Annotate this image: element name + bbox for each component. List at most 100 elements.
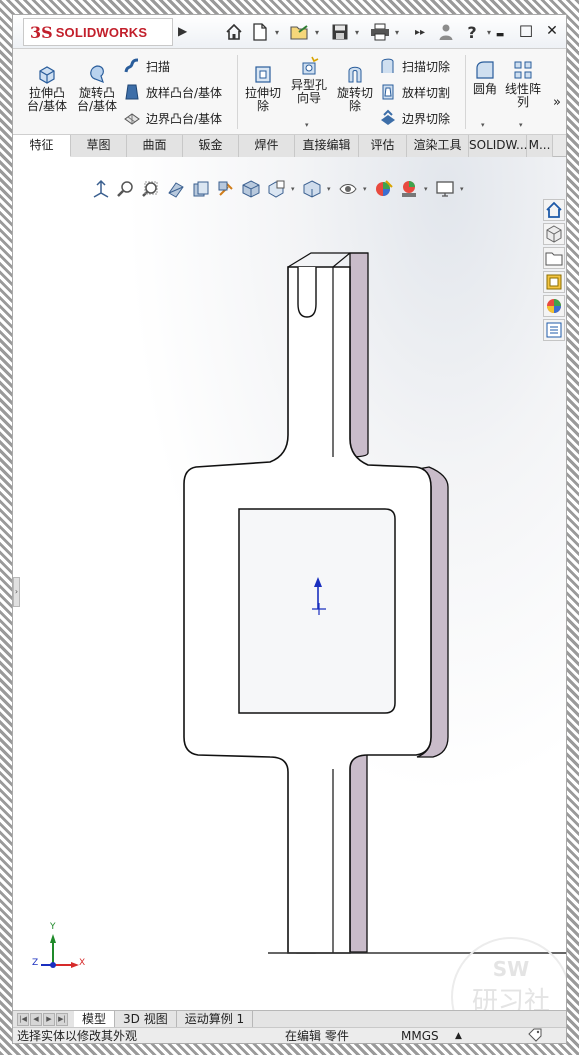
logo-text: SOLIDWORKS	[55, 24, 148, 40]
tab-more[interactable]: M...	[527, 135, 553, 157]
extrude-cut-button[interactable]: 拉伸切 除	[241, 63, 285, 113]
fillet-dropdown-icon[interactable]: ▾	[481, 121, 485, 129]
save-dropdown-icon[interactable]: ▾	[355, 28, 365, 37]
open-dropdown-icon[interactable]: ▾	[315, 28, 325, 37]
extrude-boss-button[interactable]: 拉伸凸 台/基体	[25, 63, 69, 113]
swept-cut-icon	[381, 58, 394, 73]
ribbon-separator	[237, 55, 238, 129]
status-tag-icon[interactable]	[528, 1028, 542, 1043]
watermark-line1: SW	[492, 957, 530, 981]
open-folder-icon[interactable]	[289, 21, 311, 43]
sweep-button[interactable]: 扫描	[123, 57, 170, 75]
home-icon[interactable]	[223, 21, 245, 43]
fillet-label: 圆角	[472, 82, 497, 96]
model-lower-stem-side-face[interactable]	[349, 749, 368, 953]
solidworks-logo[interactable]: 3S SOLIDWORKS	[23, 18, 173, 46]
extrude-cut-label: 拉伸切 除	[244, 86, 281, 113]
revolve-cut-button[interactable]: 旋转切 除	[333, 63, 377, 113]
revolve-cut-icon	[348, 66, 362, 83]
tab-weldments[interactable]: 焊件	[239, 135, 295, 157]
tab-motion-study-1[interactable]: 运动算例 1	[177, 1010, 254, 1028]
status-message: 选择实体以修改其外观	[17, 1029, 138, 1043]
triad-x-label: X	[79, 958, 86, 968]
ribbon-separator	[465, 55, 466, 129]
triad-y-label: Y	[50, 922, 56, 932]
boundary-boss-button[interactable]: 边界凸台/基体	[123, 109, 222, 127]
print-icon[interactable]	[369, 21, 391, 43]
swept-cut-label: 扫描切除	[402, 59, 451, 74]
fillet-icon	[476, 61, 494, 79]
tab-render-tools[interactable]: 渲染工具	[407, 135, 469, 157]
loft-boss-icon	[125, 84, 139, 100]
watermark-line2: 研习社	[471, 987, 550, 1010]
lofted-cut-label: 放样切割	[402, 85, 451, 100]
boundary-cut-button[interactable]: 边界切除	[379, 109, 450, 127]
tab-solidworks-addins[interactable]: SOLIDW...	[469, 135, 527, 157]
status-edit-mode: 在编辑 零件	[285, 1029, 349, 1043]
feature-ribbon: 拉伸凸 台/基体 旋转凸 台/基体 扫描 放样凸台/基体 边界凸台/基体 拉伸切…	[13, 49, 566, 135]
user-icon[interactable]	[435, 21, 457, 43]
lofted-cut-button[interactable]: 放样切割	[379, 83, 450, 101]
help-icon[interactable]: ?	[461, 21, 483, 43]
tab-sheet-metal[interactable]: 钣金	[183, 135, 239, 157]
linear-pattern-label: 线性阵 列	[504, 82, 541, 109]
linear-pattern-icon	[514, 61, 532, 79]
window-controls: ▬ ☐ ✕	[488, 19, 564, 43]
tab-evaluate[interactable]: 评估	[359, 135, 407, 157]
status-bar: 选择实体以修改其外观 在编辑 零件 MMGS ▲	[13, 1027, 566, 1043]
part-model-view[interactable]	[13, 157, 567, 1010]
quick-access-toolbar: ▾ ▾ ▾ ▾ ▸▸ ? ▾	[223, 21, 497, 43]
logo-ds: 3S	[30, 22, 53, 42]
close-button[interactable]: ✕	[540, 19, 564, 43]
loft-boss-button[interactable]: 放样凸台/基体	[123, 83, 222, 101]
tab-direct-editing[interactable]: 直接编辑	[295, 135, 359, 157]
revolve-cut-label: 旋转切 除	[336, 86, 373, 113]
revolve-boss-button[interactable]: 旋转凸 台/基体	[75, 63, 119, 113]
tab-features[interactable]: 特征	[13, 135, 71, 157]
boundary-boss-icon	[124, 113, 140, 125]
print-dropdown-icon[interactable]: ▾	[395, 28, 405, 37]
solidworks-window: 3S SOLIDWORKS ▶ ▾ ▾ ▾ ▾ ▸▸ ? ▾ ▬ ☐ ✕ 拉伸凸…	[12, 14, 567, 1044]
minimize-button[interactable]: ▬	[488, 19, 512, 43]
status-units-arrow-icon[interactable]: ▲	[455, 1028, 462, 1043]
revolve-boss-icon	[90, 65, 104, 84]
pattern-dropdown-icon[interactable]: ▾	[519, 121, 523, 129]
tab-scroll-arrows: |◀ ◀ ▶ ▶|	[17, 1012, 68, 1026]
tab-sketch[interactable]: 草图	[71, 135, 127, 157]
last-tab-arrow-icon[interactable]: ▶|	[56, 1012, 68, 1026]
hole-wizard-label: 异型孔 向导	[290, 78, 327, 105]
options-icon[interactable]: ▸▸	[409, 21, 431, 43]
extrude-cut-icon	[255, 66, 271, 83]
lofted-cut-icon	[382, 84, 394, 100]
hole-wizard-button[interactable]: 异型孔 向导	[287, 55, 331, 105]
sweep-label: 扫描	[146, 59, 171, 74]
tab-3d-views[interactable]: 3D 视图	[115, 1010, 177, 1028]
first-tab-arrow-icon[interactable]: |◀	[17, 1012, 29, 1026]
reference-triad[interactable]	[41, 934, 79, 968]
menu-expand-icon[interactable]: ▶	[178, 24, 187, 38]
tab-surfaces[interactable]: 曲面	[127, 135, 183, 157]
boundary-boss-label: 边界凸台/基体	[146, 111, 223, 126]
graphics-area[interactable]: ▾ ▾ ▾ ▾ ▾ › Y X Z SW 研习社	[13, 157, 567, 1010]
linear-pattern-button[interactable]: 线性阵 列	[503, 59, 543, 109]
save-icon[interactable]	[329, 21, 351, 43]
ribbon-more-label: »	[553, 95, 561, 110]
loft-boss-label: 放样凸台/基体	[146, 85, 223, 100]
new-document-icon[interactable]	[249, 21, 271, 43]
next-tab-arrow-icon[interactable]: ▶	[43, 1012, 55, 1026]
model-inner-window[interactable]	[238, 508, 396, 714]
extrude-boss-icon	[39, 66, 55, 84]
swept-cut-button[interactable]: 扫描切除	[379, 57, 450, 75]
model-top-slot[interactable]	[297, 267, 317, 318]
prev-tab-arrow-icon[interactable]: ◀	[30, 1012, 42, 1026]
restore-button[interactable]: ☐	[514, 19, 538, 43]
revolve-boss-label: 旋转凸 台/基体	[76, 86, 118, 113]
fillet-button[interactable]: 圆角	[468, 59, 502, 96]
status-units[interactable]: MMGS	[401, 1028, 439, 1043]
extrude-cut-dropdown-icon[interactable]: ▾	[305, 121, 309, 129]
extrude-boss-label: 拉伸凸 台/基体	[26, 86, 68, 113]
ribbon-more-button[interactable]: »	[553, 95, 561, 110]
new-dropdown-icon[interactable]: ▾	[275, 28, 285, 37]
tab-model[interactable]: 模型	[74, 1010, 116, 1028]
bottom-tabs: |◀ ◀ ▶ ▶| 模型 3D 视图 运动算例 1	[13, 1010, 566, 1028]
